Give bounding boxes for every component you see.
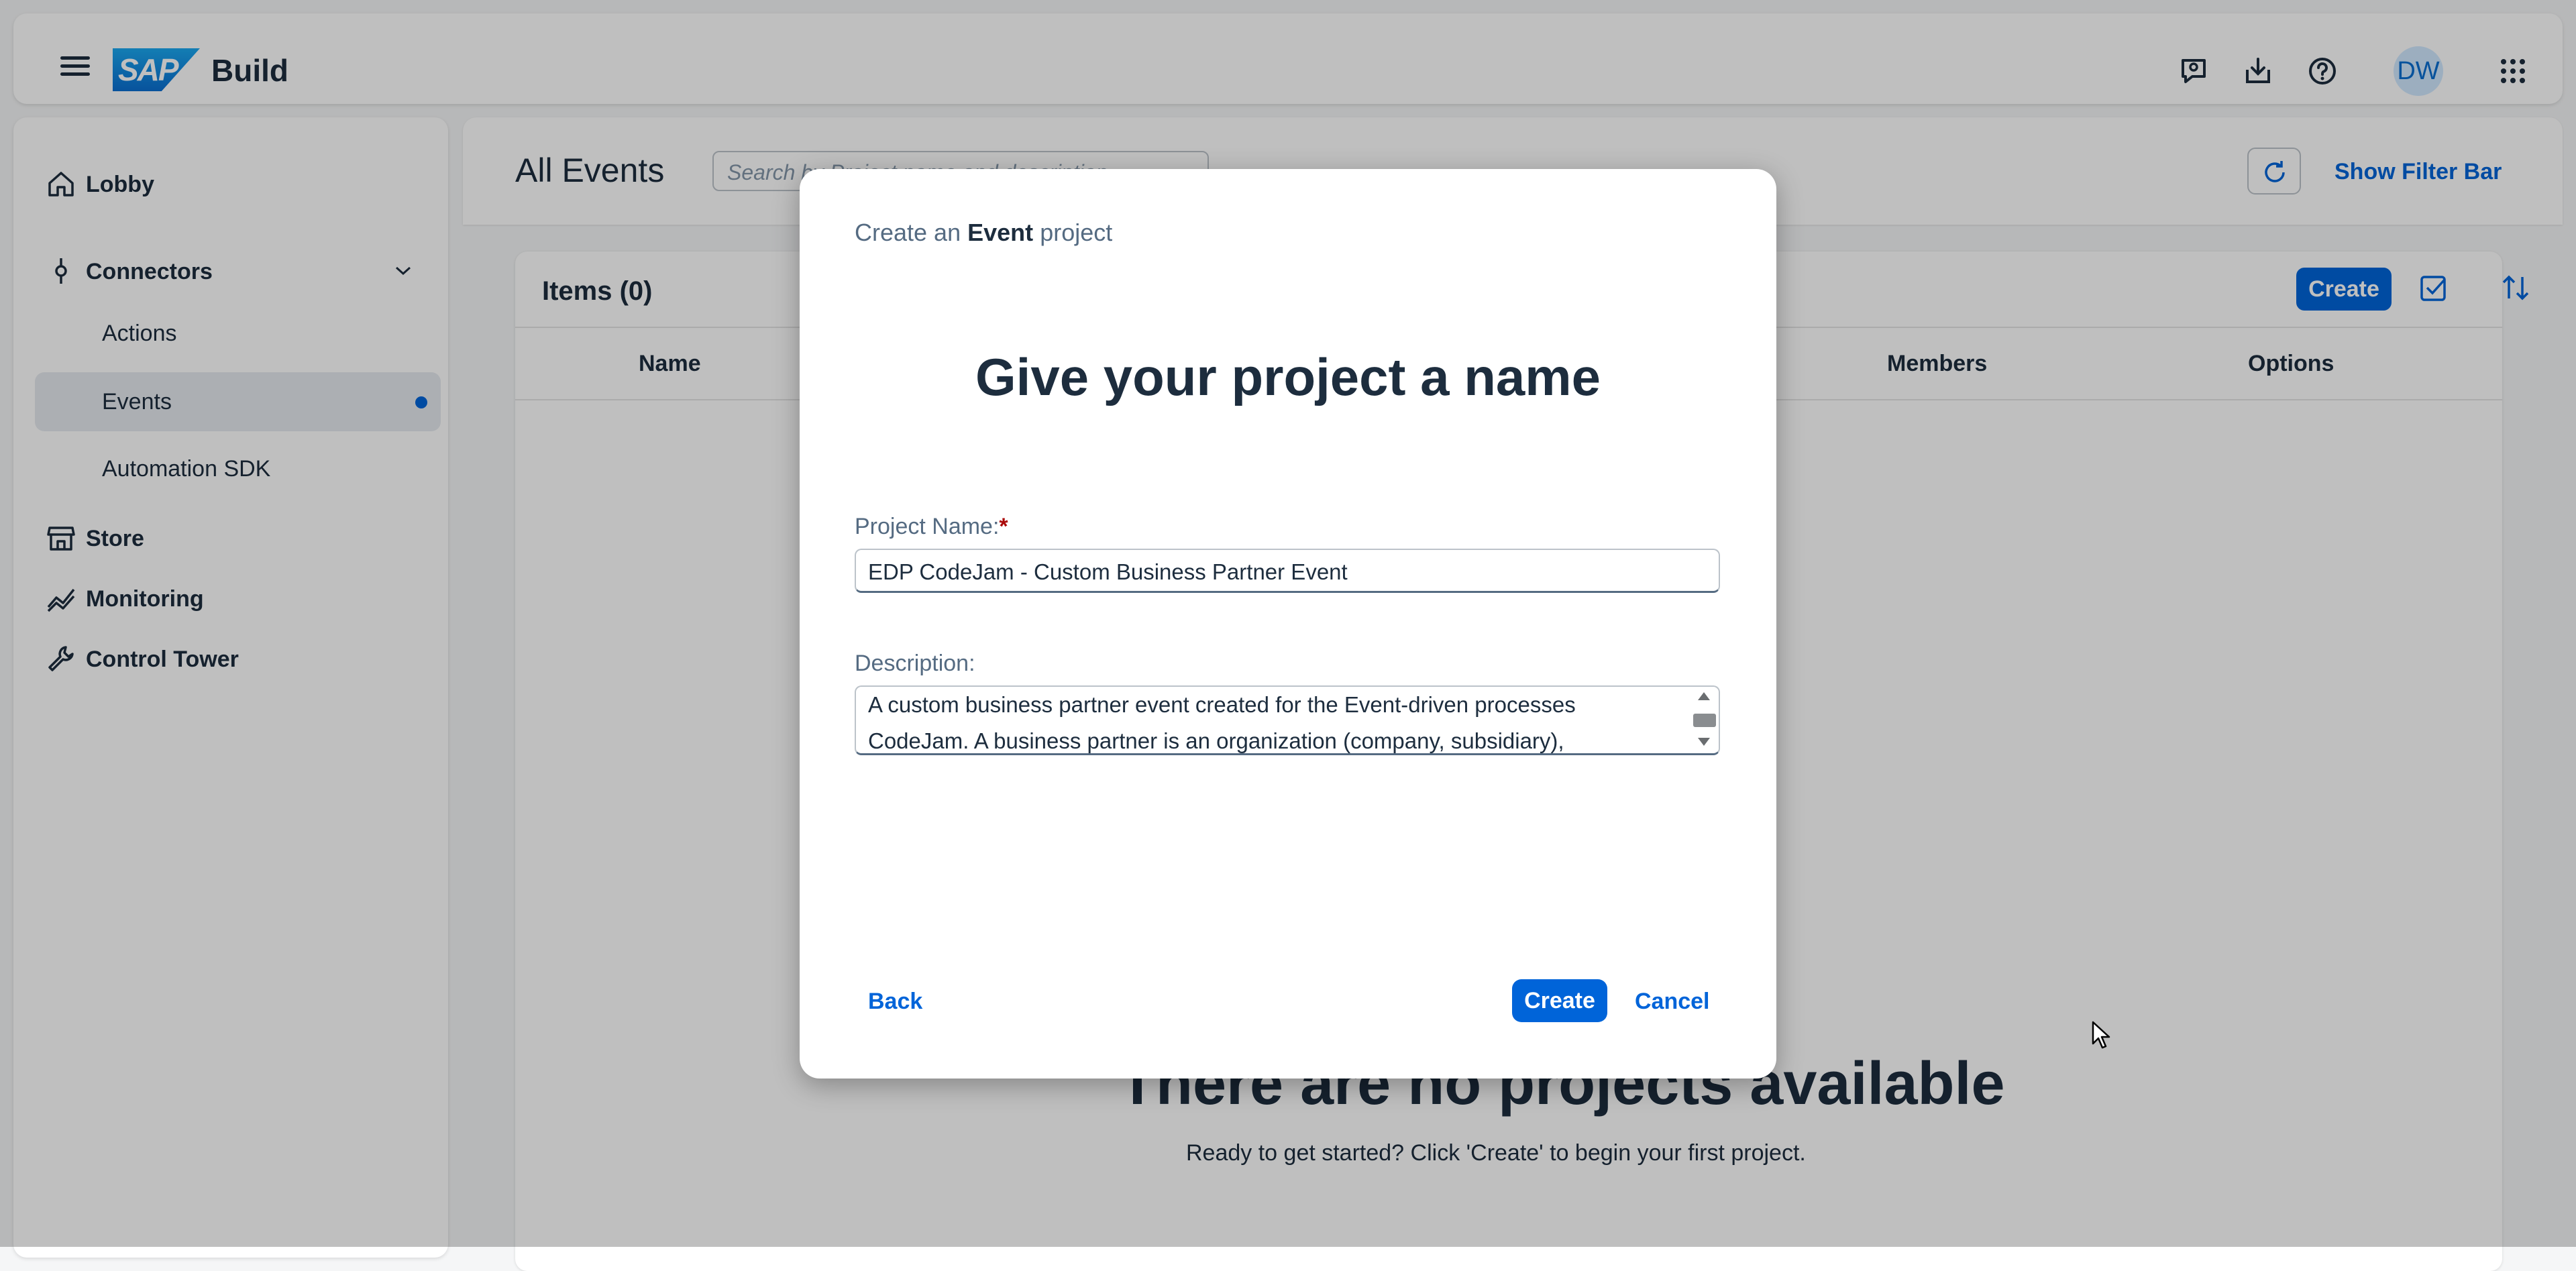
dialog-header: Create an Event project <box>855 219 1112 247</box>
project-name-label-text: Project Name: <box>855 514 1000 539</box>
create-project-dialog: Create an Event project Give your projec… <box>800 169 1776 1079</box>
dialog-header-suffix: project <box>1040 219 1113 246</box>
description-textarea[interactable]: A custom business partner event created … <box>855 685 1720 755</box>
description-scrollbar[interactable] <box>1690 688 1717 753</box>
required-marker: * <box>999 514 1008 539</box>
dialog-header-prefix: Create an <box>855 219 961 246</box>
scroll-up-arrow[interactable] <box>1698 692 1710 700</box>
create-button[interactable]: Create <box>1512 979 1607 1022</box>
project-name-label: Project Name:* <box>855 514 1008 540</box>
cancel-button[interactable]: Cancel <box>1635 989 1710 1015</box>
scroll-down-arrow[interactable] <box>1698 738 1710 746</box>
scroll-thumb[interactable] <box>1693 714 1716 727</box>
dialog-title: Give your project a name <box>975 347 1601 406</box>
description-label: Description: <box>855 651 975 676</box>
mouse-cursor-icon <box>2092 1021 2110 1049</box>
project-name-input[interactable]: EDP CodeJam - Custom Business Partner Ev… <box>855 549 1720 593</box>
dialog-header-type: Event <box>967 219 1034 246</box>
back-button[interactable]: Back <box>868 989 922 1015</box>
